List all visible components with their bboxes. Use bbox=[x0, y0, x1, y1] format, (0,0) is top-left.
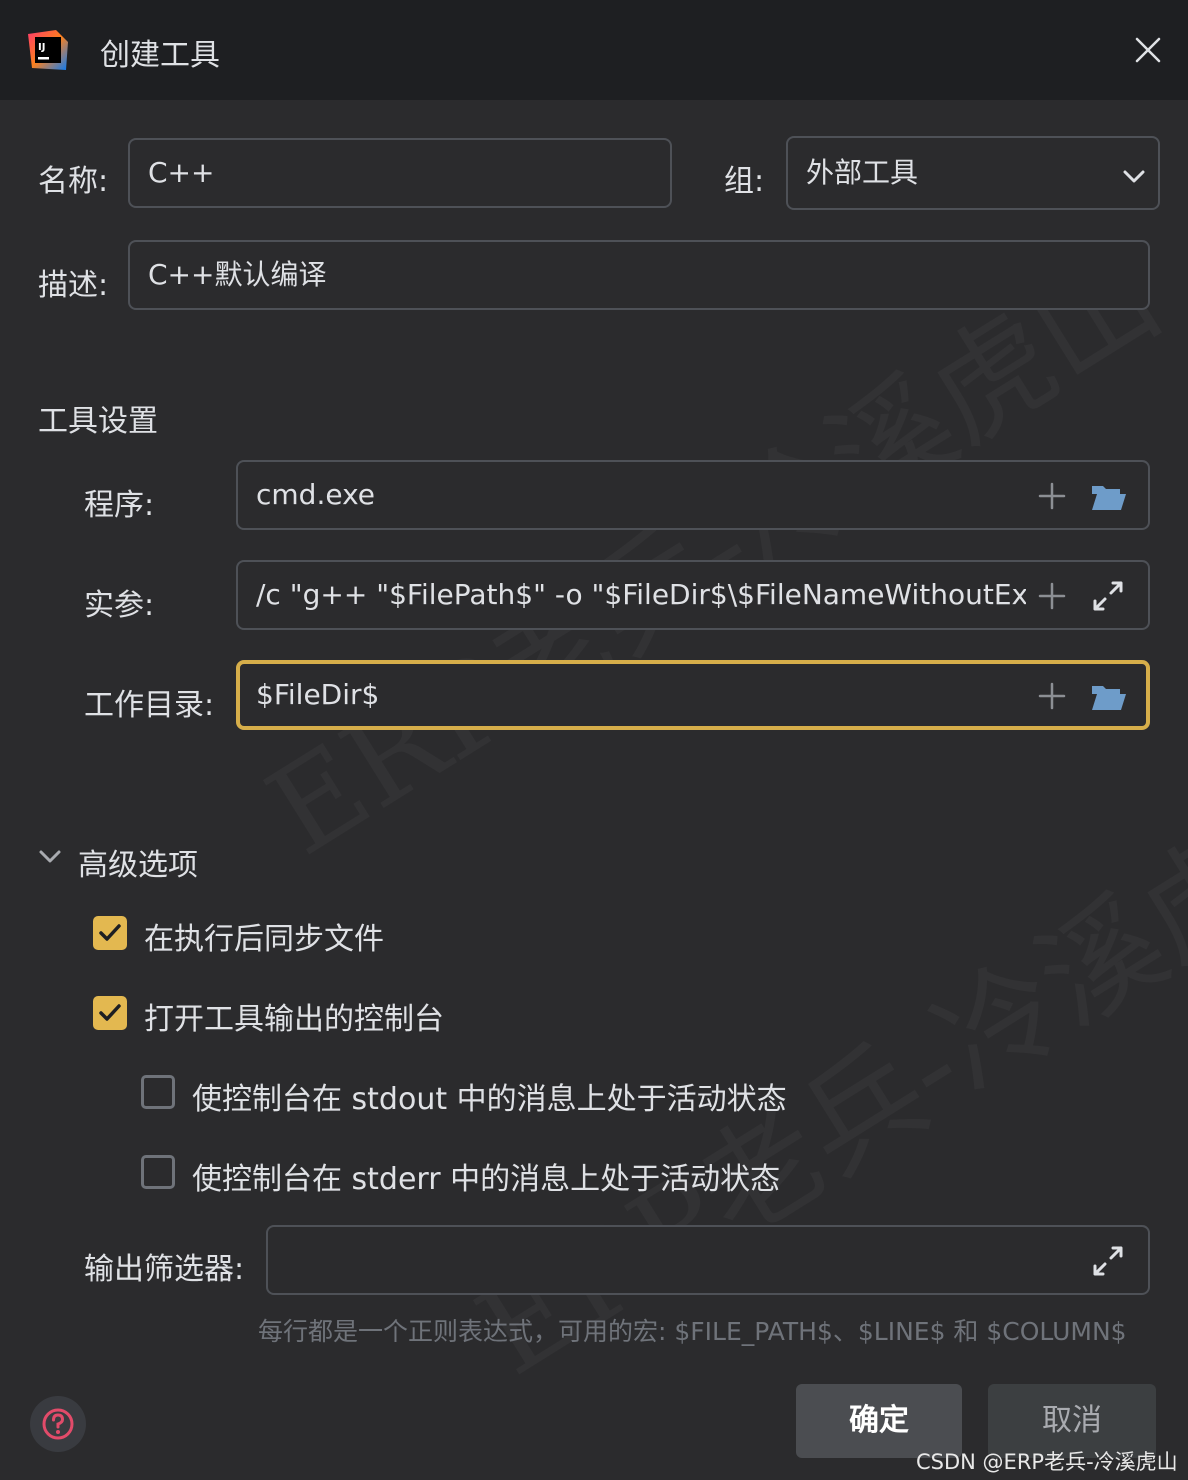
tool-settings-heading: 工具设置 bbox=[38, 404, 158, 439]
open-console-label: 打开工具输出的控制台 bbox=[144, 1002, 444, 1037]
output-filter-label: 输出筛选器: bbox=[84, 1252, 245, 1287]
insert-macro-plus-icon[interactable] bbox=[1032, 476, 1072, 516]
program-field-value: cmd.exe bbox=[256, 478, 376, 511]
intellij-logo-icon: IJ bbox=[28, 30, 68, 70]
description-field-value: C++默认编译 bbox=[148, 258, 327, 291]
insert-macro-plus-icon[interactable] bbox=[1032, 676, 1072, 716]
program-field[interactable]: cmd.exe bbox=[236, 460, 1150, 530]
working-directory-field[interactable]: $FileDir$ bbox=[236, 660, 1150, 730]
group-label: 组: bbox=[724, 164, 765, 199]
insert-macro-plus-icon[interactable] bbox=[1032, 576, 1072, 616]
browse-folder-icon[interactable] bbox=[1088, 676, 1128, 716]
checkmark-icon bbox=[99, 924, 121, 941]
open-console-checkbox[interactable] bbox=[93, 996, 127, 1030]
name-field[interactable]: C++ bbox=[128, 138, 672, 208]
activate-on-stdout-label: 使控制台在 stdout 中的消息上处于活动状态 bbox=[192, 1082, 787, 1117]
watermark: ERP老兵-冷溪虎山 bbox=[440, 720, 1188, 1408]
activate-on-stdout-checkbox[interactable] bbox=[141, 1075, 175, 1109]
description-label: 描述: bbox=[38, 268, 109, 303]
working-directory-field-value: $FileDir$ bbox=[256, 678, 380, 711]
activate-on-stderr-checkbox[interactable] bbox=[141, 1155, 175, 1189]
arguments-label: 实参: bbox=[84, 588, 155, 623]
name-field-value: C++ bbox=[148, 156, 215, 189]
expand-icon[interactable] bbox=[1088, 1241, 1128, 1281]
window-title: 创建工具 bbox=[100, 38, 220, 73]
name-label: 名称: bbox=[38, 164, 109, 199]
title-bar: IJ 创建工具 bbox=[0, 0, 1188, 100]
working-directory-label: 工作目录: bbox=[84, 688, 215, 723]
output-filter-field[interactable] bbox=[266, 1225, 1150, 1295]
close-icon[interactable] bbox=[1128, 30, 1168, 70]
svg-text:IJ: IJ bbox=[38, 42, 45, 53]
output-filter-hint: 每行都是一个正则表达式，可用的宏: $FILE_PATH$、$LINE$ 和 $… bbox=[258, 1317, 1127, 1346]
activate-on-stderr-label: 使控制台在 stderr 中的消息上处于活动状态 bbox=[192, 1162, 781, 1197]
chevron-down-icon[interactable] bbox=[36, 842, 64, 870]
sync-files-checkbox[interactable] bbox=[93, 916, 127, 950]
help-icon bbox=[42, 1408, 74, 1440]
arguments-field-value: /c "g++ "$FilePath$" -o "$FileDir$\$File… bbox=[256, 578, 1026, 611]
program-label: 程序: bbox=[84, 488, 155, 523]
arguments-field[interactable]: /c "g++ "$FilePath$" -o "$FileDir$\$File… bbox=[236, 560, 1150, 630]
browse-folder-icon[interactable] bbox=[1088, 476, 1128, 516]
group-select-value: 外部工具 bbox=[806, 156, 919, 189]
advanced-options-heading[interactable]: 高级选项 bbox=[78, 840, 198, 884]
sync-files-label: 在执行后同步文件 bbox=[144, 922, 384, 957]
checkmark-icon bbox=[99, 1004, 121, 1021]
description-field[interactable]: C++默认编译 bbox=[128, 240, 1150, 310]
help-button[interactable] bbox=[30, 1396, 86, 1452]
credit-watermark: CSDN @ERP老兵-冷溪虎山 bbox=[916, 1450, 1178, 1474]
expand-icon[interactable] bbox=[1088, 576, 1128, 616]
group-select[interactable]: 外部工具 bbox=[786, 136, 1160, 210]
chevron-down-icon bbox=[1123, 170, 1145, 183]
